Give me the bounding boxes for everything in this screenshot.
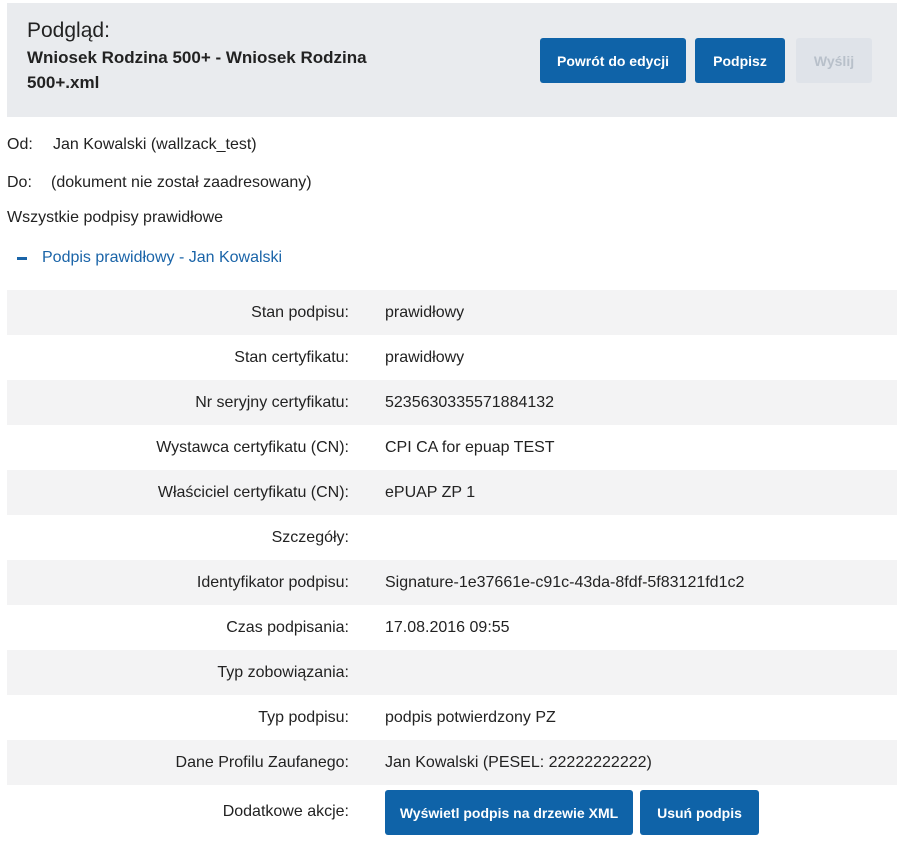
- detail-label: Stan certyfikatu:: [234, 348, 349, 366]
- detail-row: Identyfikator podpisu: Signature-1e37661…: [7, 560, 897, 605]
- signature-toggle[interactable]: Podpis prawidłowy - Jan Kowalski: [17, 247, 282, 269]
- signature-details-table: Stan podpisu: prawidłowy Stan certyfikat…: [7, 290, 897, 843]
- from-label: Od:: [7, 136, 33, 153]
- detail-label: Typ zobowiązania:: [217, 663, 349, 681]
- from-line: Od: Jan Kowalski (wallzack_test): [7, 136, 257, 154]
- detail-label: Identyfikator podpisu:: [196, 573, 349, 591]
- detail-row: Właściciel certyfikatu (CN): ePUAP ZP 1: [7, 470, 897, 515]
- from-value: Jan Kowalski (wallzack_test): [53, 136, 257, 153]
- detail-row: Nr seryjny certyfikatu: 5235630335571884…: [7, 380, 897, 425]
- preview-header: Podgląd: Wniosek Rodzina 500+ - Wniosek …: [7, 3, 897, 117]
- detail-row: Stan certyfikatu: prawidłowy: [7, 335, 897, 380]
- signatures-status: Wszystkie podpisy prawidłowe: [7, 209, 224, 226]
- detail-row: Typ podpisu: podpis potwierdzony PZ: [7, 695, 897, 740]
- detail-label: Szczegóły:: [271, 528, 349, 546]
- signature-toggle-label: Podpis prawidłowy - Jan Kowalski: [42, 249, 283, 266]
- preview-label: Podgląd:: [27, 19, 110, 42]
- detail-row: Stan podpisu: prawidłowy: [7, 290, 897, 335]
- send-button[interactable]: Wyślij: [796, 38, 872, 83]
- show-xml-tree-button[interactable]: Wyświetl podpis na drzewie XML: [385, 790, 633, 835]
- detail-value: 5235630335571884132: [385, 393, 555, 411]
- document-title: Wniosek Rodzina 500+ - Wniosek Rodzina 5…: [27, 48, 367, 92]
- detail-value: 17.08.2016 09:55: [385, 618, 510, 636]
- detail-label: Nr seryjny certyfikatu:: [195, 393, 349, 411]
- detail-row: Typ zobowiązania:: [7, 650, 897, 695]
- to-value: (dokument nie został zaadresowany): [51, 174, 312, 191]
- detail-value: Jan Kowalski (PESEL: 22222222222): [385, 753, 652, 771]
- detail-value: CPI CA for epuap TEST: [385, 438, 555, 456]
- detail-label: Czas podpisania:: [226, 618, 349, 636]
- additional-actions-row: Dodatkowe akcje: Wyświetl podpis na drze…: [7, 785, 897, 843]
- detail-row: Czas podpisania: 17.08.2016 09:55: [7, 605, 897, 650]
- detail-value: ePUAP ZP 1: [385, 483, 476, 501]
- detail-value: Signature-1e37661e-c91c-43da-8fdf-5f8312…: [385, 573, 745, 591]
- minus-icon: [17, 256, 27, 260]
- detail-label: Właściciel certyfikatu (CN):: [157, 483, 349, 501]
- sign-button[interactable]: Podpisz: [695, 38, 785, 83]
- detail-value: prawidłowy: [385, 303, 465, 321]
- detail-row: Dane Profilu Zaufanego: Jan Kowalski (PE…: [7, 740, 897, 785]
- back-to-edit-button[interactable]: Powrót do edycji: [540, 38, 686, 83]
- detail-value: podpis potwierdzony PZ: [385, 708, 556, 726]
- detail-label: Stan podpisu:: [251, 303, 349, 321]
- additional-actions-label: Dodatkowe akcje:: [222, 803, 349, 820]
- detail-value: prawidłowy: [385, 348, 465, 366]
- to-line: Do: (dokument nie został zaadresowany): [7, 174, 312, 192]
- remove-signature-button[interactable]: Usuń podpis: [640, 790, 759, 835]
- to-label: Do:: [7, 174, 32, 191]
- detail-label: Dane Profilu Zaufanego:: [175, 753, 349, 771]
- detail-row: Szczegóły:: [7, 515, 897, 560]
- detail-label: Wystawca certyfikatu (CN):: [156, 438, 349, 456]
- detail-row: Wystawca certyfikatu (CN): CPI CA for ep…: [7, 425, 897, 470]
- detail-label: Typ podpisu:: [258, 708, 349, 726]
